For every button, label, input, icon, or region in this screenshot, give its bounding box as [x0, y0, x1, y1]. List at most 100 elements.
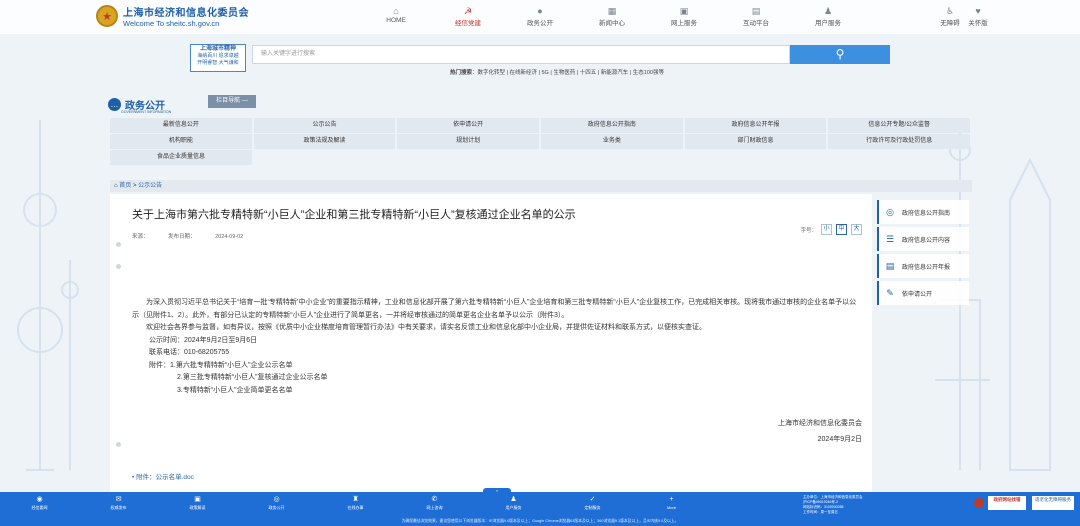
bullet-icon: [116, 442, 121, 447]
signature: 上海市经济和信息化委员会 2024年9月2日: [778, 416, 862, 448]
footer-nav-label: 用户服务: [505, 505, 522, 510]
consult-icon: ✆: [431, 496, 438, 503]
publicity-period: 公示时间：2024年9月2日至9月6日: [149, 336, 258, 344]
nav-item[interactable]: ♟ 用户服务: [792, 6, 864, 27]
category-grid: 最新信息公开 公示公告 依申请公开 政府信息公开指南 政府信息公开年报 信息公开专题/公众…: [110, 118, 972, 166]
sidebar-item[interactable]: ☰ 政府信息公开内容: [877, 227, 969, 251]
attachment-3: 3.专精特新“小巨人”企业简单更名名单: [177, 386, 293, 394]
elderly-access-badge[interactable]: 适老化无障碍服务: [1032, 496, 1074, 510]
user-icon: ♟: [510, 496, 517, 503]
footer-nav-label: 定制服务: [584, 505, 601, 510]
header-tool[interactable]: ♿ 无障碍: [936, 6, 964, 27]
footer-info: 主办单位：上海市经济和信息化委员会 沪ICP备05019246号-2 网站标识码…: [803, 495, 973, 515]
footer-nav-item[interactable]: ✉ 权威发布: [79, 495, 158, 511]
category-link[interactable]: 信息公开专题/公众监督: [828, 118, 971, 133]
footer-nav-item[interactable]: ✆ 网上咨询: [395, 495, 474, 511]
nav-label: 互动平台: [743, 20, 769, 27]
footer-nav: ◉ 经信要闻 ✉ 权威发布 ▣ 政策解读 ◎ 政务公开 ♜ 在线办事 ✆ 网上咨询 ♟ 用户服务 ✓ 定制服务…: [0, 495, 711, 511]
footer-nav-item[interactable]: ◎ 政务公开: [237, 495, 316, 511]
city-spirit-line2: 开明睿智 大气谦和: [197, 60, 239, 66]
footer-nav-item[interactable]: ✓ 定制服务: [553, 495, 632, 511]
sign-date: 2024年9月2日: [817, 436, 862, 443]
chat-icon: ●: [537, 6, 543, 16]
news-icon: ◉: [36, 496, 43, 503]
search-input[interactable]: 输入关键字进行搜索: [252, 45, 790, 64]
nav-item[interactable]: ⌂ HOME: [360, 6, 432, 27]
header-tool[interactable]: ♥ 关怀版: [964, 6, 992, 27]
footer-toggle[interactable]: <: [483, 488, 511, 494]
date-value: 2024-09-02: [215, 234, 244, 240]
footer-nav-item[interactable]: ♜ 在线办事: [316, 495, 395, 511]
search-button[interactable]: ⚲: [790, 45, 890, 64]
hot-search: 热门搜索：数字化转型 | 在线新经济 | 5G | 生物医药 | 十四五 | 新…: [450, 70, 664, 76]
footer-nav-item[interactable]: + More: [632, 495, 711, 511]
article-para: 为深入贯彻习近平总书记关于“培育一批‘专精特新’中小企业”的重要指示精神，工业和…: [132, 299, 857, 319]
footer-nav-item[interactable]: ♟ 用户服务: [474, 495, 553, 511]
font-medium-button[interactable]: 中: [836, 224, 847, 235]
footer-nav-label: 政策解读: [189, 505, 206, 510]
breadcrumb-sep: >: [132, 183, 137, 189]
category-link[interactable]: 食品企业质量信息: [110, 150, 252, 165]
emblem-icon: ★: [96, 5, 118, 27]
footer-nav-item[interactable]: ◉ 经信要闻: [0, 495, 79, 511]
service-icon: ▣: [679, 6, 689, 16]
gov-open-en: GOVERNMENT INFORMATION: [121, 110, 172, 114]
report-icon: ▤: [885, 261, 895, 271]
sidebar-item[interactable]: ✎ 依申请公开: [877, 281, 969, 305]
nav-item[interactable]: ☭ 经信党建: [432, 6, 504, 27]
article-para: 欢迎社会各界参与监督，如有异议，按照《优质中小企业梯度培育管理暂行办法》中有关要…: [146, 324, 706, 331]
site-error-report-badge[interactable]: 政府网站找错: [988, 496, 1026, 510]
care-icon: ♥: [975, 6, 981, 16]
nav-item[interactable]: ▣ 网上服务: [648, 6, 720, 27]
category-link[interactable]: 业务类: [541, 134, 683, 149]
footer-nav-item[interactable]: ▣ 政策解读: [158, 495, 237, 511]
category-link[interactable]: 公示公告: [253, 118, 396, 133]
interact-icon: ▤: [751, 6, 761, 16]
attachment-file-link[interactable]: • 附件：公示名单.doc: [132, 471, 194, 481]
source-label: 来源：: [132, 234, 149, 240]
sidebar-label: 政府信息公开年报: [902, 264, 951, 271]
custom-icon: ✓: [589, 496, 596, 503]
compass-icon: ◎: [886, 207, 894, 217]
news-icon: ▦: [607, 6, 617, 16]
nav-item[interactable]: ▤ 互动平台: [720, 6, 792, 27]
category-link[interactable]: 规划计划: [397, 134, 540, 149]
category-link[interactable]: 机构职能: [110, 134, 252, 149]
category-link[interactable]: 部门财政信息: [684, 134, 827, 149]
nav-item[interactable]: ● 政务公开: [504, 6, 576, 27]
category-link[interactable]: 政府信息公开指南: [541, 118, 683, 133]
gov-open-title: … 政务公开 GOVERNMENT INFORMATION: [108, 94, 171, 114]
article-panel: 关于上海市第六批专精特新“小巨人”企业和第三批专精特新“小巨人”复核通过企业名单…: [110, 194, 872, 492]
nav-item[interactable]: ▦ 新闻中心: [576, 6, 648, 27]
category-link[interactable]: 依申请公开: [397, 118, 540, 133]
footer-nav-label: 在线办事: [347, 505, 364, 510]
category-link[interactable]: 最新信息公开: [110, 118, 252, 133]
category-link[interactable]: 政策法规及解读: [253, 134, 396, 149]
category-link[interactable]: 行政许可及行政处罚信息: [828, 134, 971, 149]
footer-nav-label: More: [666, 505, 677, 510]
hot-search-terms[interactable]: 数字化转型 | 在线新经济 | 5G | 生物医药 | 十四五 | 新能源汽车 …: [478, 70, 664, 76]
font-size-switcher: 字号： 小 中 大: [800, 224, 862, 235]
city-spirit-line1: 海纳百川 追求卓越: [197, 53, 239, 59]
breadcrumb-current[interactable]: 公示公告: [138, 183, 162, 189]
font-small-button[interactable]: 小: [821, 224, 832, 235]
nav-label: HOME: [386, 17, 406, 24]
sidebar-item[interactable]: ▤ 政府信息公开年报: [877, 254, 969, 278]
site-logo[interactable]: ★ 上海市经济和信息化委员会 Welcome To sheitc.sh.gov.…: [96, 4, 249, 28]
browser-note: 为确保最佳浏览效果，建议您使用以下浏览器版本：IE浏览器9.0版本及以上；Goo…: [401, 519, 679, 523]
column-nav-button[interactable]: 栏目导航 —: [208, 95, 256, 108]
nav-label: 用户服务: [815, 20, 841, 27]
font-large-button[interactable]: 大: [851, 224, 862, 235]
nav-label: 经信党建: [455, 20, 481, 27]
city-spirit-badge: 上海城市精神 海纳百川 追求卓越 开明睿智 大气谦和: [190, 44, 246, 72]
policy-icon: ▣: [194, 496, 201, 503]
publish-date: 发布日期： 2024-09-02: [168, 234, 261, 240]
footer-bar: < ◉ 经信要闻 ✉ 权威发布 ▣ 政策解读 ◎ 政务公开 ♜ 在线办事 ✆ 网上咨询 ♟ 用户服务 ✓ 定制…: [0, 488, 1080, 526]
tool-label: 无障碍: [940, 20, 960, 27]
attachment-2: 2.第三批专精特新“小巨人”复核通过企业公示名单: [177, 374, 328, 381]
breadcrumb-home[interactable]: 首页: [119, 183, 131, 189]
signer: 上海市经济和信息化委员会: [778, 420, 862, 427]
party-icon: ☭: [463, 6, 473, 16]
sidebar-item[interactable]: ◎ 政府信息公开指南: [877, 200, 969, 224]
category-link[interactable]: 政府信息公开年报: [684, 118, 827, 133]
